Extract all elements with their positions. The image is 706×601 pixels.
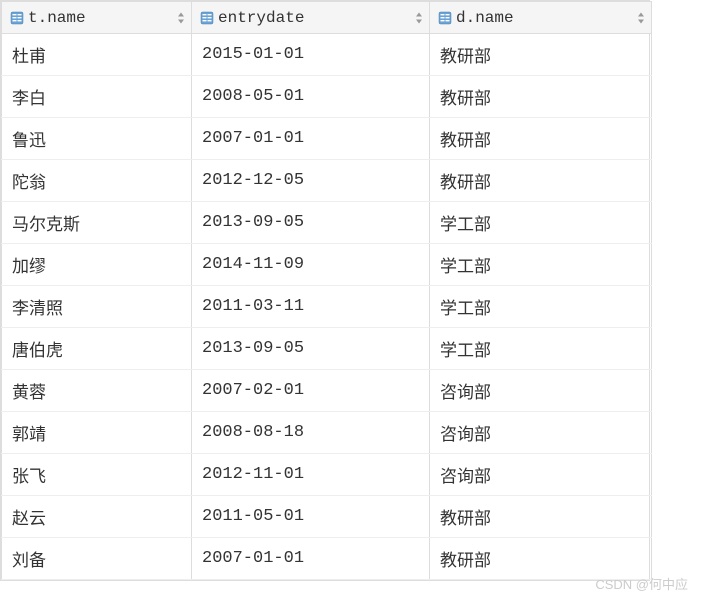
cell-dname: 咨询部: [430, 370, 652, 412]
sort-icon[interactable]: [177, 12, 185, 23]
table-row[interactable]: 马尔克斯2013-09-05学工部: [2, 202, 652, 244]
cell-tname: 李清照: [2, 286, 192, 328]
cell-dname: 教研部: [430, 76, 652, 118]
results-table: t.name: [1, 1, 652, 580]
cell-entrydate: 2011-03-11: [192, 286, 430, 328]
cell-dname: 学工部: [430, 328, 652, 370]
column-header-dname[interactable]: d.name: [430, 2, 652, 34]
cell-entrydate: 2015-01-01: [192, 34, 430, 76]
table-row[interactable]: 唐伯虎2013-09-05学工部: [2, 328, 652, 370]
cell-dname: 教研部: [430, 160, 652, 202]
cell-entrydate: 2013-09-05: [192, 328, 430, 370]
cell-entrydate: 2008-05-01: [192, 76, 430, 118]
cell-dname: 学工部: [430, 286, 652, 328]
cell-tname: 赵云: [2, 496, 192, 538]
table-row[interactable]: 李白2008-05-01教研部: [2, 76, 652, 118]
table-row[interactable]: 陀翁2012-12-05教研部: [2, 160, 652, 202]
cell-tname: 马尔克斯: [2, 202, 192, 244]
cell-tname: 黄蓉: [2, 370, 192, 412]
sort-icon[interactable]: [637, 12, 645, 23]
results-table-container: t.name: [0, 0, 650, 581]
cell-tname: 唐伯虎: [2, 328, 192, 370]
cell-tname: 杜甫: [2, 34, 192, 76]
table-row[interactable]: 黄蓉2007-02-01咨询部: [2, 370, 652, 412]
cell-tname: 张飞: [2, 454, 192, 496]
table-body: 杜甫2015-01-01教研部李白2008-05-01教研部鲁迅2007-01-…: [2, 34, 652, 580]
table-row[interactable]: 刘备2007-01-01教研部: [2, 538, 652, 580]
table-row[interactable]: 赵云2011-05-01教研部: [2, 496, 652, 538]
column-label: t.name: [28, 9, 86, 27]
table-row[interactable]: 郭靖2008-08-18咨询部: [2, 412, 652, 454]
cell-dname: 教研部: [430, 34, 652, 76]
cell-entrydate: 2007-01-01: [192, 538, 430, 580]
cell-dname: 学工部: [430, 244, 652, 286]
cell-tname: 鲁迅: [2, 118, 192, 160]
cell-dname: 学工部: [430, 202, 652, 244]
sort-icon[interactable]: [415, 12, 423, 23]
column-header-entrydate[interactable]: entrydate: [192, 2, 430, 34]
table-row[interactable]: 李清照2011-03-11学工部: [2, 286, 652, 328]
watermark: CSDN @何中应: [595, 574, 688, 593]
table-row[interactable]: 加缪2014-11-09学工部: [2, 244, 652, 286]
cell-entrydate: 2011-05-01: [192, 496, 430, 538]
cell-entrydate: 2007-02-01: [192, 370, 430, 412]
cell-entrydate: 2012-11-01: [192, 454, 430, 496]
table-header-row: t.name: [2, 2, 652, 34]
column-icon: [10, 11, 24, 25]
table-row[interactable]: 杜甫2015-01-01教研部: [2, 34, 652, 76]
cell-entrydate: 2013-09-05: [192, 202, 430, 244]
cell-dname: 咨询部: [430, 412, 652, 454]
cell-dname: 咨询部: [430, 454, 652, 496]
column-header-tname[interactable]: t.name: [2, 2, 192, 34]
table-row[interactable]: 张飞2012-11-01咨询部: [2, 454, 652, 496]
cell-dname: 教研部: [430, 118, 652, 160]
cell-entrydate: 2007-01-01: [192, 118, 430, 160]
column-icon: [438, 11, 452, 25]
cell-tname: 加缪: [2, 244, 192, 286]
column-icon: [200, 11, 214, 25]
cell-dname: 教研部: [430, 496, 652, 538]
column-label: entrydate: [218, 9, 304, 27]
cell-entrydate: 2014-11-09: [192, 244, 430, 286]
cell-tname: 陀翁: [2, 160, 192, 202]
cell-entrydate: 2012-12-05: [192, 160, 430, 202]
column-label: d.name: [456, 9, 514, 27]
cell-tname: 李白: [2, 76, 192, 118]
cell-tname: 郭靖: [2, 412, 192, 454]
cell-entrydate: 2008-08-18: [192, 412, 430, 454]
cell-tname: 刘备: [2, 538, 192, 580]
table-row[interactable]: 鲁迅2007-01-01教研部: [2, 118, 652, 160]
